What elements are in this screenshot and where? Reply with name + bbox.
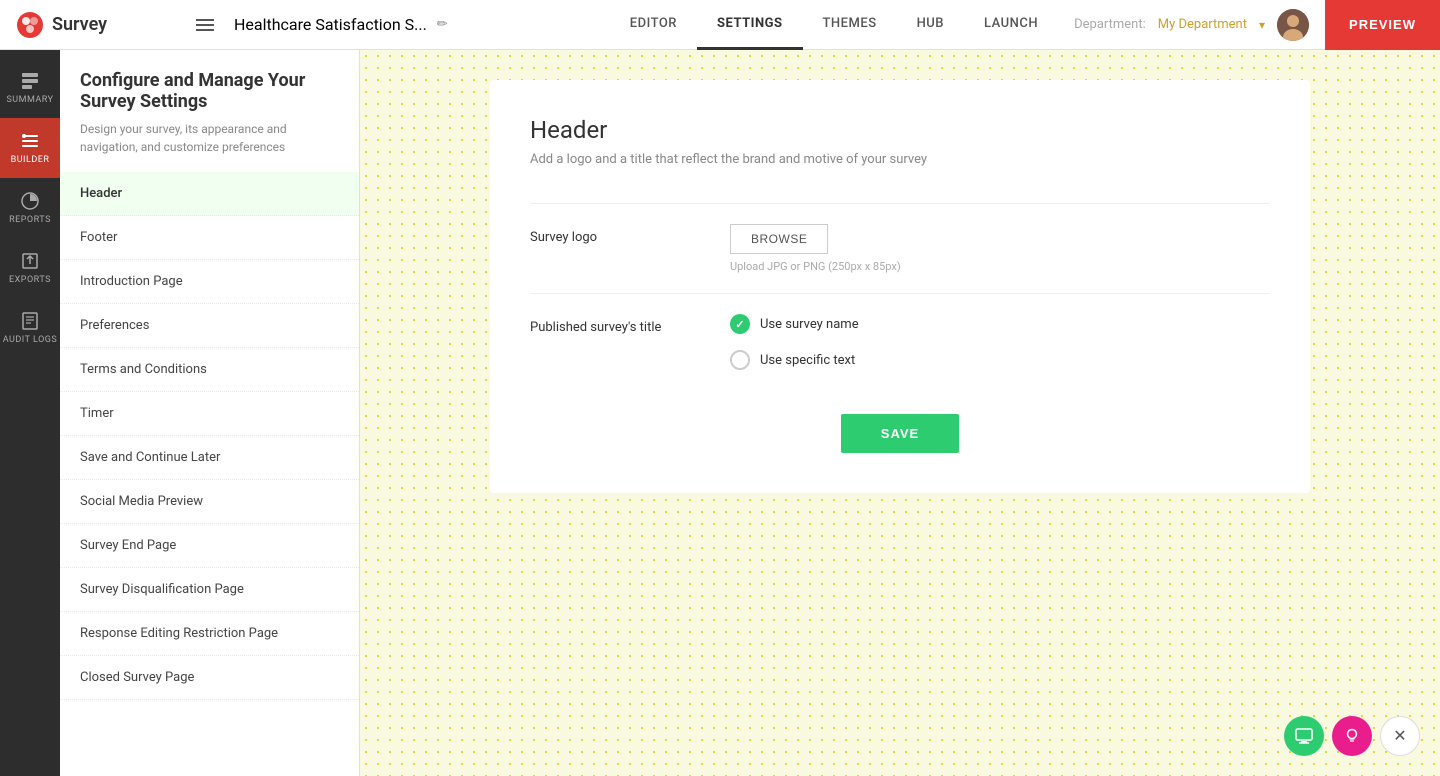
builder-icon: [20, 131, 40, 151]
radio-use-survey-name[interactable]: Use survey name: [730, 314, 1270, 334]
hamburger-button[interactable]: [196, 19, 214, 31]
float-button-screen[interactable]: [1284, 716, 1324, 756]
nav-settings[interactable]: SETTINGS: [697, 0, 803, 50]
float-button-close[interactable]: ✕: [1380, 716, 1420, 756]
published-title-control: Use survey name Use specific text: [730, 314, 1270, 370]
card-title: Header: [530, 116, 1270, 144]
survey-title-area: Healthcare Satisfaction S... ✏: [180, 15, 610, 34]
save-row: SAVE: [530, 390, 1270, 453]
survey-title-text: Healthcare Satisfaction S...: [234, 15, 427, 34]
menu-item-intro[interactable]: Introduction Page: [60, 260, 359, 304]
nav-launch[interactable]: LAUNCH: [964, 0, 1058, 50]
menu-item-social[interactable]: Social Media Preview: [60, 480, 359, 524]
logo-icon: [16, 11, 44, 39]
published-title-row: Published survey's title Use survey name…: [530, 293, 1270, 390]
dept-label: Department:: [1074, 17, 1146, 32]
sidebar-item-audit-logs[interactable]: AUDIT LOGS: [0, 298, 60, 358]
summary-icon: [20, 71, 40, 91]
reports-icon: [20, 191, 40, 211]
dept-dropdown-icon[interactable]: ▾: [1259, 18, 1265, 32]
sidebar-item-reports[interactable]: REPORTS: [0, 178, 60, 238]
avatar[interactable]: [1277, 9, 1309, 41]
preview-button[interactable]: PREVIEW: [1325, 0, 1440, 50]
radio-label-specific-text: Use specific text: [760, 353, 855, 368]
radio-group: Use survey name Use specific text: [730, 314, 1270, 370]
edit-title-icon[interactable]: ✏: [437, 17, 448, 32]
sidebar-label-exports: EXPORTS: [9, 275, 51, 285]
survey-logo-label: Survey logo: [530, 224, 730, 245]
sidebar-label-audit: AUDIT LOGS: [3, 335, 58, 346]
sidebar-item-builder[interactable]: BUILDER: [0, 118, 60, 178]
sidebar-label-builder: BUILDER: [11, 155, 50, 165]
browse-button[interactable]: BROWSE: [730, 224, 828, 254]
published-title-label: Published survey's title: [530, 314, 730, 335]
exports-icon: [20, 251, 40, 271]
survey-logo-control: BROWSE Upload JPG or PNG (250px x 85px): [730, 224, 1270, 273]
avatar-image: [1277, 9, 1309, 41]
top-nav: EDITOR SETTINGS THEMES HUB LAUNCH: [610, 0, 1058, 50]
main-content: Header Add a logo and a title that refle…: [360, 50, 1440, 776]
sidebar-label-summary: SUMMARY: [6, 95, 53, 105]
dept-value[interactable]: My Department: [1158, 17, 1247, 32]
screen-icon: [1295, 727, 1313, 745]
menu-item-prefs[interactable]: Preferences: [60, 304, 359, 348]
float-button-idea[interactable]: [1332, 716, 1372, 756]
menu-item-timer[interactable]: Timer: [60, 392, 359, 436]
app-logo: Survey: [0, 11, 180, 39]
menu-item-end-page[interactable]: Survey End Page: [60, 524, 359, 568]
settings-menu-desc: Design your survey, its appearance and n…: [60, 120, 359, 172]
app-name: Survey: [52, 14, 107, 35]
sidebar-label-reports: REPORTS: [9, 215, 51, 225]
topbar-right: Department: My Department ▾: [1058, 9, 1325, 41]
topbar: Survey Healthcare Satisfaction S... ✏ ED…: [0, 0, 1440, 50]
nav-hub[interactable]: HUB: [897, 0, 964, 50]
settings-menu: Configure and Manage Your Survey Setting…: [60, 50, 360, 776]
sidebar-item-summary[interactable]: SUMMARY: [0, 58, 60, 118]
floating-actions: ✕: [1284, 716, 1420, 756]
audit-icon: [20, 311, 40, 331]
idea-icon: [1343, 727, 1361, 745]
survey-logo-row: Survey logo BROWSE Upload JPG or PNG (25…: [530, 203, 1270, 293]
radio-use-specific-text[interactable]: Use specific text: [730, 350, 1270, 370]
menu-item-closed-survey[interactable]: Closed Survey Page: [60, 656, 359, 700]
radio-label-survey-name: Use survey name: [760, 317, 859, 332]
nav-themes[interactable]: THEMES: [803, 0, 897, 50]
radio-checked-icon: [730, 314, 750, 334]
settings-menu-title: Configure and Manage Your Survey Setting…: [60, 70, 359, 120]
menu-item-disqualification[interactable]: Survey Disqualification Page: [60, 568, 359, 612]
menu-item-terms[interactable]: Terms and Conditions: [60, 348, 359, 392]
content-card: Header Add a logo and a title that refle…: [490, 80, 1310, 493]
menu-item-footer[interactable]: Footer: [60, 216, 359, 260]
menu-item-save-continue[interactable]: Save and Continue Later: [60, 436, 359, 480]
radio-unchecked-icon: [730, 350, 750, 370]
left-sidebar: SUMMARY BUILDER REPORTS EXPORTS: [0, 50, 60, 776]
card-subtitle: Add a logo and a title that reflect the …: [530, 152, 1270, 167]
sidebar-item-exports[interactable]: EXPORTS: [0, 238, 60, 298]
upload-hint: Upload JPG or PNG (250px x 85px): [730, 260, 1270, 273]
save-button[interactable]: SAVE: [841, 414, 959, 453]
nav-editor[interactable]: EDITOR: [610, 0, 697, 50]
menu-item-response-editing[interactable]: Response Editing Restriction Page: [60, 612, 359, 656]
menu-item-header[interactable]: Header: [60, 172, 359, 216]
